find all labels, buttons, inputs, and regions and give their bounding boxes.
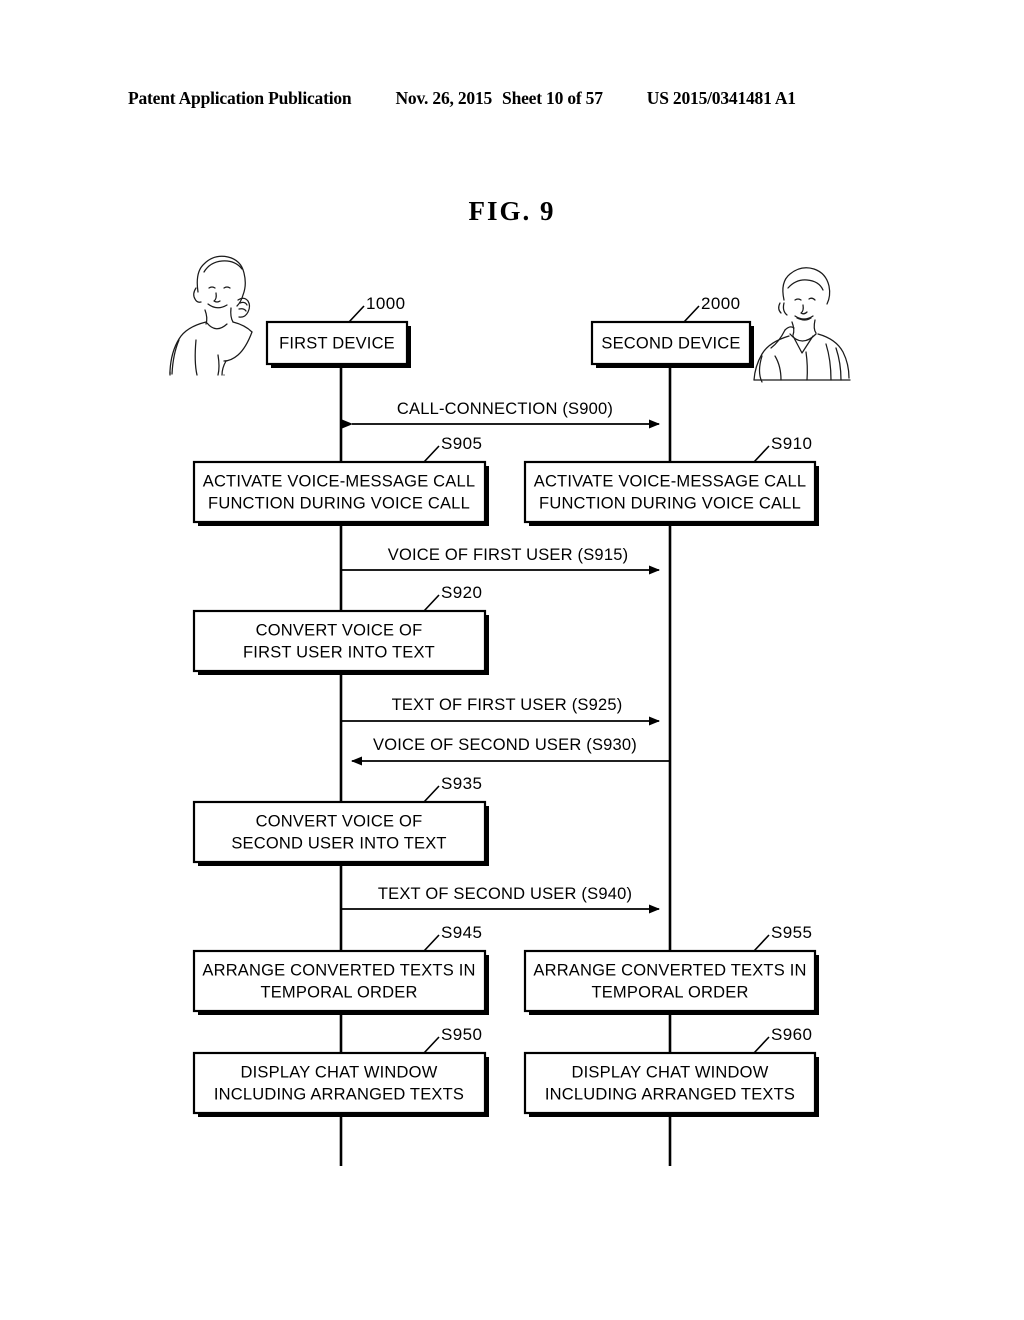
ref-s945: S945 — [441, 923, 482, 942]
leader-s935 — [423, 785, 440, 803]
message-label-s915: VOICE OF FIRST USER (S915) — [388, 546, 629, 564]
node-first-device[interactable]: FIRST DEVICE — [265, 320, 411, 368]
person-on-phone-left-icon — [169, 255, 253, 376]
message-label-s940: TEXT OF SECOND USER (S940) — [378, 885, 632, 903]
message-label-s900: CALL-CONNECTION (S900) — [397, 400, 613, 418]
step-s960[interactable]: DISPLAY CHAT WINDOW INCLUDING ARRANGED T… — [523, 1051, 819, 1117]
step-s905-line2: FUNCTION DURING VOICE CALL — [208, 494, 470, 512]
step-s920-line1: CONVERT VOICE OF — [256, 621, 423, 639]
ref-1000: 1000 — [366, 294, 405, 313]
step-s920-line2: FIRST USER INTO TEXT — [243, 643, 435, 661]
step-s955[interactable]: ARRANGE CONVERTED TEXTS IN TEMPORAL ORDE… — [523, 949, 819, 1015]
step-s935[interactable]: CONVERT VOICE OF SECOND USER INTO TEXT — [192, 800, 489, 866]
ref-s905: S905 — [441, 434, 482, 453]
step-s910-line2: FUNCTION DURING VOICE CALL — [539, 494, 801, 512]
person-on-phone-right-icon — [753, 267, 851, 383]
step-s945-line1: ARRANGE CONVERTED TEXTS IN — [202, 961, 475, 979]
ref-s920: S920 — [441, 583, 482, 602]
ref-s955: S955 — [771, 923, 812, 942]
ref-s910: S910 — [771, 434, 812, 453]
step-s920[interactable]: CONVERT VOICE OF FIRST USER INTO TEXT — [192, 609, 489, 675]
step-s945[interactable]: ARRANGE CONVERTED TEXTS IN TEMPORAL ORDE… — [192, 949, 489, 1015]
node-second-device[interactable]: SECOND DEVICE — [590, 320, 754, 368]
step-s950-line2: INCLUDING ARRANGED TEXTS — [214, 1085, 464, 1103]
ref-s950: S950 — [441, 1025, 482, 1044]
step-s960-line2: INCLUDING ARRANGED TEXTS — [545, 1085, 795, 1103]
ref-s960: S960 — [771, 1025, 812, 1044]
leader-s955 — [753, 934, 770, 952]
leader-s960 — [753, 1036, 770, 1054]
step-s910[interactable]: ACTIVATE VOICE-MESSAGE CALL FUNCTION DUR… — [523, 460, 819, 526]
step-s955-line2: TEMPORAL ORDER — [591, 983, 748, 1001]
leader-s910 — [753, 445, 770, 463]
leader-1000 — [348, 305, 365, 323]
message-label-s930: VOICE OF SECOND USER (S930) — [373, 736, 637, 754]
step-s950[interactable]: DISPLAY CHAT WINDOW INCLUDING ARRANGED T… — [192, 1051, 489, 1117]
step-s955-line1: ARRANGE CONVERTED TEXTS IN — [533, 961, 806, 979]
leader-s905 — [423, 445, 440, 463]
step-s950-line1: DISPLAY CHAT WINDOW — [241, 1063, 438, 1081]
leader-s920 — [423, 594, 440, 612]
leader-s950 — [423, 1036, 440, 1054]
node-first-device-label: FIRST DEVICE — [279, 334, 395, 352]
step-s935-line1: CONVERT VOICE OF — [256, 812, 423, 830]
step-s935-line2: SECOND USER INTO TEXT — [231, 834, 446, 852]
step-s905-line1: ACTIVATE VOICE-MESSAGE CALL — [203, 472, 476, 490]
step-s960-line1: DISPLAY CHAT WINDOW — [572, 1063, 769, 1081]
ref-2000: 2000 — [701, 294, 740, 313]
leader-s945 — [423, 934, 440, 952]
step-s905[interactable]: ACTIVATE VOICE-MESSAGE CALL FUNCTION DUR… — [192, 460, 489, 526]
step-s910-line1: ACTIVATE VOICE-MESSAGE CALL — [534, 472, 807, 490]
message-label-s925: TEXT OF FIRST USER (S925) — [392, 696, 623, 714]
step-s945-line2: TEMPORAL ORDER — [260, 983, 417, 1001]
ref-s935: S935 — [441, 774, 482, 793]
sequence-diagram: FIRST DEVICE 1000 SECOND DEVICE 2000 CAL… — [0, 0, 1024, 1320]
leader-2000 — [683, 305, 700, 323]
node-second-device-label: SECOND DEVICE — [601, 334, 740, 352]
